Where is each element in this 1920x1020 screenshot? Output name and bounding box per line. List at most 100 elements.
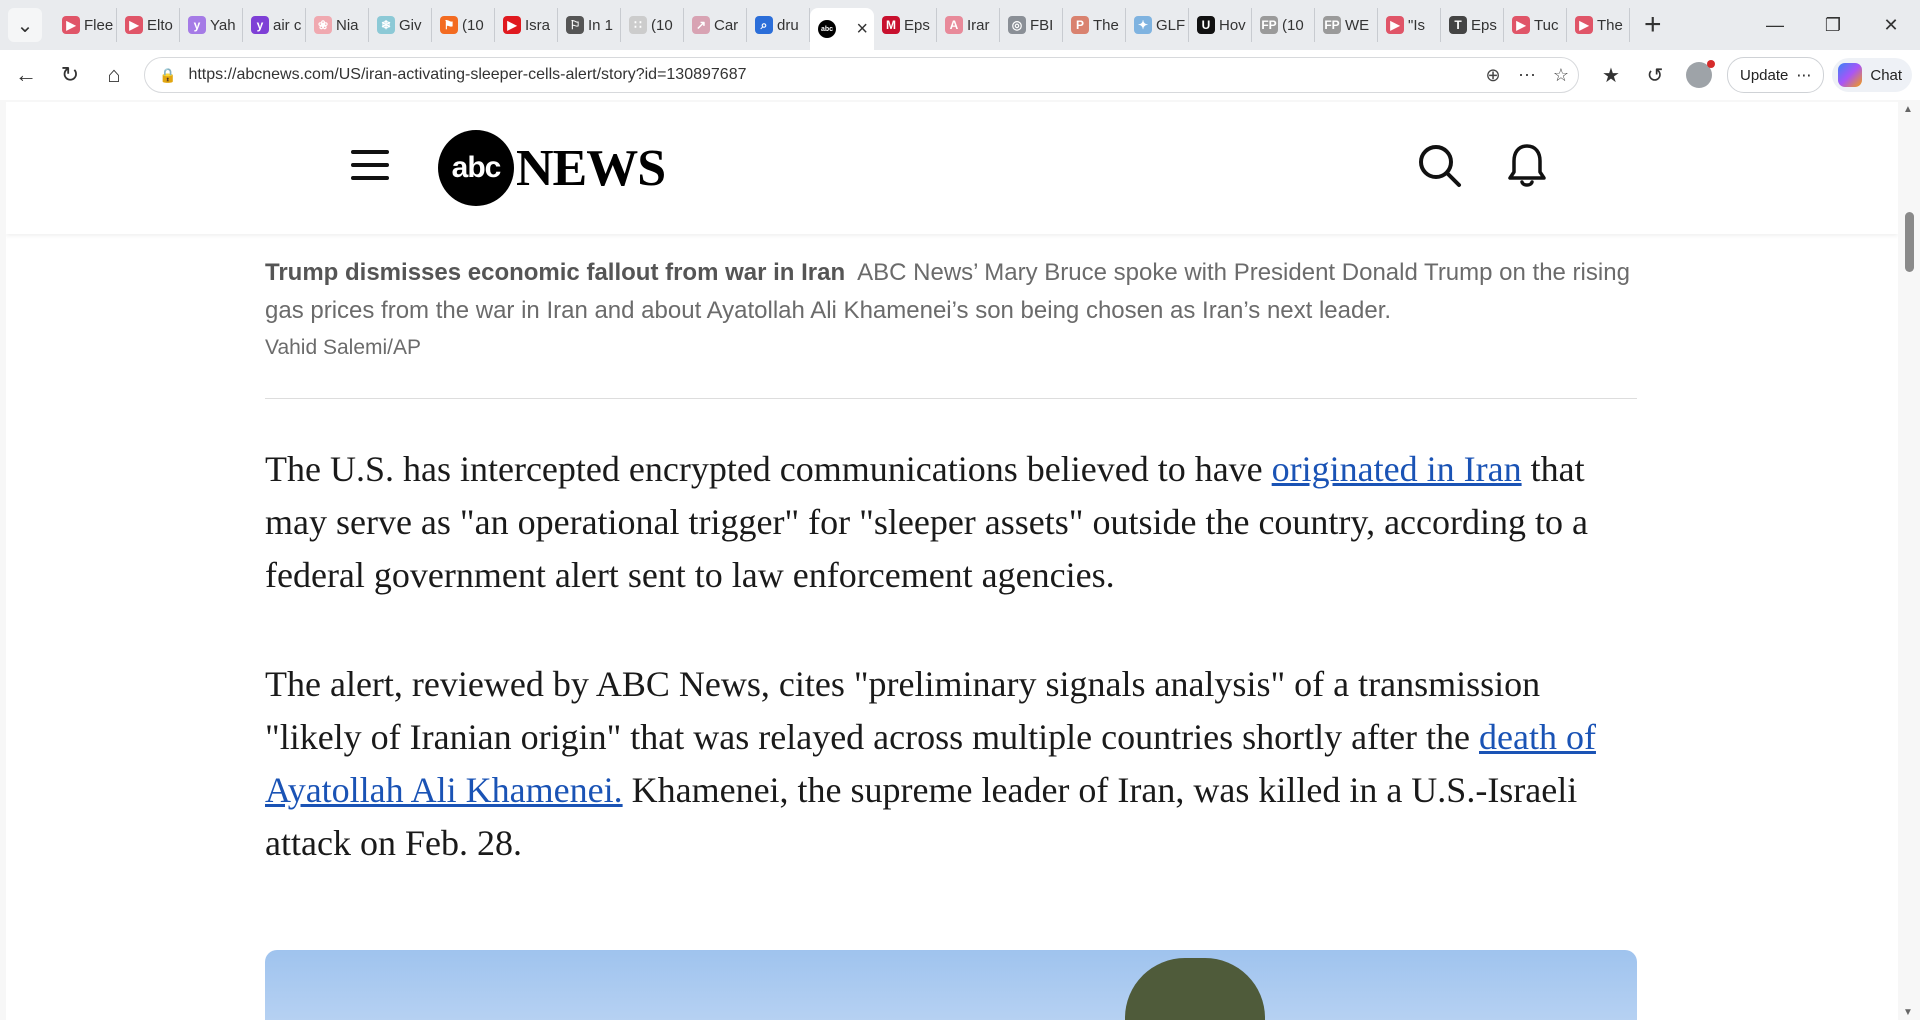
site-header: abc NEWS (6, 102, 1898, 234)
browser-tab[interactable]: ▶ Flee (54, 8, 117, 42)
profile-avatar[interactable] (1686, 60, 1715, 88)
paragraph-text: The alert, reviewed by ABC News, cites "… (265, 664, 1541, 757)
tab-actions-menu-button[interactable]: ⌄ (8, 8, 42, 42)
browser-tab[interactable]: ▶ Tuc (1504, 8, 1567, 42)
article-paragraph: The alert, reviewed by ABC News, cites "… (265, 658, 1637, 870)
u-icon: U (1197, 16, 1215, 34)
close-window-button[interactable]: ✕ (1862, 0, 1920, 50)
search-icon[interactable] (1416, 142, 1464, 190)
web-page: abc NEWS Trump dismisses economic fallou… (6, 102, 1898, 1020)
browser-tab[interactable]: y Yah (180, 8, 243, 42)
home-button[interactable]: ⌂ (96, 57, 132, 93)
tab-label: Eps (1471, 16, 1497, 34)
divider (265, 398, 1637, 399)
tab-label: Elto (147, 16, 173, 34)
close-tab-icon[interactable]: × (856, 18, 868, 41)
abc-logo-disc: abc (438, 130, 514, 206)
abc-icon: abc (818, 20, 836, 38)
browser-tab[interactable]: ▶ "Is (1378, 8, 1441, 42)
tab-label: Irar (967, 16, 990, 34)
tab-strip: ⌄ ▶ Flee ▶ Elto y Yah y air c ❀ Nia ❄ Giv ⚑ (10 ▶ Isra ⚐… (0, 0, 1920, 50)
active-tab[interactable]: abc × (810, 8, 874, 50)
browser-tab[interactable]: FP (10 (1252, 8, 1315, 42)
tab-label: Eps (904, 16, 930, 34)
scroll-down-icon[interactable]: ▼ (1903, 1007, 1913, 1018)
zoom-icon[interactable]: ⊕ (1476, 65, 1510, 86)
update-label: Update (1740, 66, 1789, 84)
reading-mode-icon[interactable]: ⋯ (1510, 65, 1544, 86)
hamburger-menu-icon[interactable] (351, 150, 389, 180)
tab-label: Flee (84, 16, 114, 34)
browser-tab[interactable]: ⌕ dru (747, 8, 810, 42)
maple-icon: ❀ (314, 16, 332, 34)
globe-icon: ◎ (1008, 16, 1026, 34)
browser-tab[interactable]: y air c (243, 8, 306, 42)
chat-label: Chat (1870, 66, 1903, 84)
article-body: Trump dismisses economic fallout from wa… (265, 234, 1637, 870)
favorites-icon[interactable]: ★ (1589, 63, 1633, 88)
browser-tab[interactable]: ⚑ (10 (432, 8, 495, 42)
browser-tab[interactable]: T Eps (1441, 8, 1504, 42)
address-bar[interactable]: 🔒 https://abcnews.com/US/iran-activating… (144, 57, 1579, 93)
home-icon: ⌂ (107, 62, 121, 87)
more-icon: ⋯ (1796, 67, 1812, 84)
abc-news-logo[interactable]: abc NEWS (438, 130, 666, 206)
tab-label: In 1 (588, 16, 614, 34)
scrollbar-thumb[interactable] (1905, 212, 1914, 272)
nyt-icon: T (1449, 16, 1467, 34)
arrow-left-icon: ← (15, 62, 37, 87)
tab-label: Yah (210, 16, 236, 34)
favorite-star-icon[interactable]: ☆ (1544, 65, 1578, 86)
nbc-icon: ✦ (1134, 16, 1152, 34)
restore-button[interactable]: ❐ (1804, 0, 1862, 50)
browser-tab[interactable]: FP WE (1315, 8, 1378, 42)
youtube-icon: ▶ (1512, 16, 1530, 34)
originated-in-iran-link[interactable]: originated in Iran (1272, 449, 1522, 489)
youtube-icon: ▶ (1386, 16, 1404, 34)
page-scrollbar[interactable]: ▲ ▼ (1898, 102, 1920, 1020)
browser-tab[interactable]: ❀ Nia (306, 8, 369, 42)
copilot-chat-button[interactable]: Chat (1832, 58, 1913, 92)
fp-icon: FP (1323, 16, 1341, 34)
refresh-button[interactable]: ↻ (52, 57, 88, 93)
browser-tab[interactable]: ▶ The (1567, 8, 1630, 42)
youtube-icon: ▶ (1575, 16, 1593, 34)
tab-label: Car (714, 16, 739, 34)
minimize-button[interactable]: — (1746, 0, 1804, 50)
browser-tab[interactable]: ↗ Car (684, 8, 747, 42)
rocket-icon: ↗ (692, 16, 710, 34)
refresh-icon: ↻ (60, 62, 80, 87)
browser-tab[interactable]: ⚐ In 1 (558, 8, 621, 42)
browser-tab[interactable]: U Hov (1189, 8, 1252, 42)
tab-label: "Is (1408, 16, 1425, 34)
new-tab-button[interactable]: + (1644, 8, 1662, 42)
back-button[interactable]: ← (8, 57, 44, 93)
search-icon: ⌕ (755, 16, 773, 34)
browser-tab[interactable]: ◎ FBI (1000, 8, 1063, 42)
tab-label: Giv (399, 16, 422, 34)
browser-tab[interactable]: ▶ Isra (495, 8, 558, 42)
tab-label: Tuc (1534, 16, 1559, 34)
update-button[interactable]: Update ⋯ (1727, 57, 1825, 93)
lock-icon[interactable]: 🔒 (159, 67, 176, 84)
browser-tab[interactable]: ✦ GLF (1126, 8, 1189, 42)
browser-tab[interactable]: A Irar (937, 8, 1000, 42)
browser-tab[interactable]: ▶ Elto (117, 8, 180, 42)
browser-tab[interactable]: M Eps (874, 8, 937, 42)
url-text[interactable]: https://abcnews.com/US/iran-activating-s… (188, 66, 1476, 84)
yahoo-icon: y (188, 16, 206, 34)
youtube-icon: ▶ (503, 16, 521, 34)
browser-tab[interactable]: P The (1063, 8, 1126, 42)
tab-label: GLF (1156, 16, 1186, 34)
caption-title: Trump dismisses economic fallout from wa… (265, 259, 846, 286)
flag-icon: ⚐ (566, 16, 584, 34)
yahoo-icon: y (251, 16, 269, 34)
tab-label: (10 (1282, 16, 1304, 34)
tab-label: FBI (1030, 16, 1054, 34)
browser-tab[interactable]: ❄ Giv (369, 8, 432, 42)
page-icon: ∷ (629, 16, 647, 34)
browser-tab[interactable]: ∷ (10 (621, 8, 684, 42)
history-icon[interactable]: ↺ (1633, 63, 1677, 88)
scroll-up-icon[interactable]: ▲ (1903, 104, 1913, 115)
notification-bell-icon[interactable] (1506, 142, 1548, 190)
